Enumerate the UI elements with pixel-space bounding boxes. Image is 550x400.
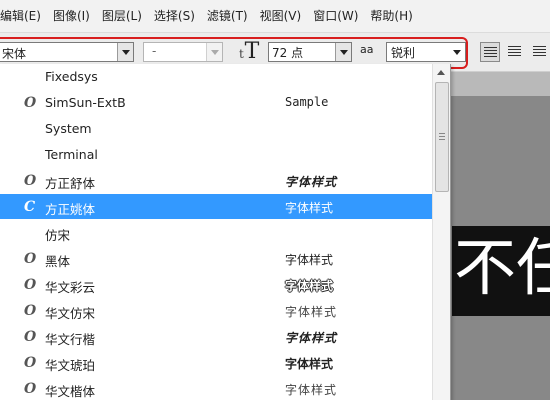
font-option-sample: 字体样式: [285, 253, 334, 267]
opentype-icon: O: [24, 251, 37, 267]
font-option-name: 方正舒体: [45, 176, 96, 191]
align-center-button[interactable]: [505, 42, 525, 62]
font-option[interactable]: O 华文琥珀 字体样式: [0, 350, 432, 375]
font-option-sample: 字体样式: [285, 357, 334, 371]
font-option[interactable]: O 华文楷体 字体样式: [0, 376, 432, 400]
menu-view[interactable]: 视图(V): [254, 0, 308, 32]
font-option-name: 华文仿宋: [45, 306, 96, 321]
font-option-name: 黑体: [45, 254, 71, 269]
font-option[interactable]: Terminal: [0, 142, 432, 167]
font-option-selected[interactable]: C 方正姚体 字体样式: [0, 194, 432, 219]
font-option-name: 华文琥珀: [45, 358, 96, 373]
scroll-up-icon[interactable]: [433, 64, 450, 81]
align-right-button[interactable]: [530, 42, 550, 62]
font-option-name: 华文彩云: [45, 280, 96, 295]
font-option-name: 华文行楷: [45, 332, 96, 347]
font-option[interactable]: O 华文彩云 字体样式: [0, 272, 432, 297]
font-family-dropdown: Fixedsys O SimSun-ExtB Sample System Ter…: [0, 64, 451, 400]
font-option-sample: Sample: [285, 95, 329, 109]
menu-filter[interactable]: 滤镜(T): [201, 0, 254, 32]
canvas-text-layer: 不任: [454, 231, 550, 304]
align-center-icon: [508, 46, 521, 58]
font-option[interactable]: O SimSun-ExtB Sample: [0, 90, 432, 115]
font-option-sample: 字体样式: [285, 175, 338, 189]
dropdown-scrollbar[interactable]: [432, 64, 450, 400]
font-option-sample: 字体样式: [285, 383, 338, 397]
font-option[interactable]: 仿宋: [0, 220, 432, 245]
font-option[interactable]: System: [0, 116, 432, 141]
document-canvas[interactable]: 不任: [452, 226, 550, 316]
font-option-name: System: [45, 121, 92, 136]
menu-help[interactable]: 帮助(H): [364, 0, 418, 32]
font-option-name: Fixedsys: [45, 69, 98, 84]
opentype-icon: O: [24, 329, 37, 345]
font-option-name: Terminal: [45, 147, 98, 162]
opentype-icon: O: [24, 355, 37, 371]
align-left-icon: [484, 47, 497, 59]
opentype-icon: O: [24, 277, 37, 293]
font-option-sample: 字体样式: [285, 201, 334, 215]
font-option-name: 华文楷体: [45, 384, 96, 399]
font-option-sample: 字体样式: [285, 331, 338, 345]
opentype-icon: O: [24, 173, 37, 189]
menu-window[interactable]: 窗口(W): [307, 0, 364, 32]
font-option[interactable]: O 华文行楷 字体样式: [0, 324, 432, 349]
align-right-icon: [533, 46, 546, 58]
opentype-icon: O: [24, 95, 37, 111]
scrollbar-thumb[interactable]: [435, 82, 449, 192]
font-option-name: 仿宋: [45, 228, 71, 243]
document-tab-strip[interactable]: [450, 72, 550, 96]
truetype-icon: C: [24, 199, 36, 215]
align-left-button[interactable]: [480, 42, 500, 62]
font-option[interactable]: O 黑体 字体样式: [0, 246, 432, 271]
menu-layer[interactable]: 图层(L): [96, 0, 148, 32]
font-option-name: SimSun-ExtB: [45, 95, 126, 110]
menu-edit[interactable]: 编辑(E): [0, 0, 47, 32]
font-option-sample: 字体样式: [285, 279, 334, 293]
font-option[interactable]: O 方正舒体 字体样式: [0, 168, 432, 193]
font-option-sample: 字体样式: [285, 305, 338, 319]
font-option[interactable]: O 华文仿宋 字体样式: [0, 298, 432, 323]
opentype-icon: O: [24, 303, 37, 319]
menu-select[interactable]: 选择(S): [148, 0, 201, 32]
opentype-icon: O: [24, 381, 37, 397]
menu-bar: 编辑(E) 图像(I) 图层(L) 选择(S) 滤镜(T) 视图(V) 窗口(W…: [0, 0, 550, 33]
font-option[interactable]: Fixedsys: [0, 64, 432, 89]
font-option-name: 方正姚体: [45, 202, 96, 217]
menu-image[interactable]: 图像(I): [47, 0, 96, 32]
